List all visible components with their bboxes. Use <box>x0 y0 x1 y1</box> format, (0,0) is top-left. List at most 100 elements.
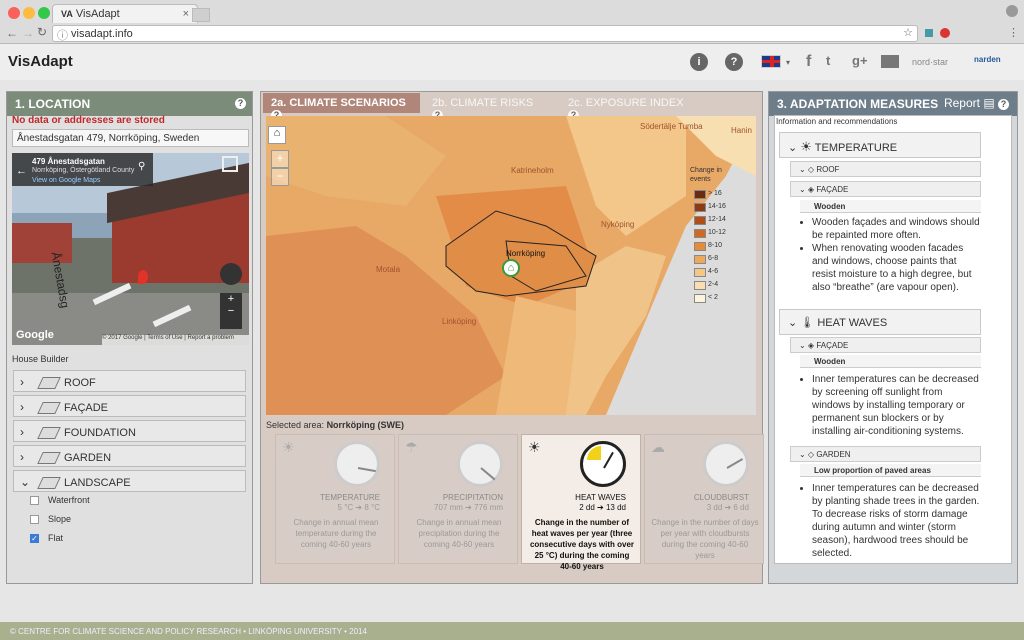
measure-label: HEAT WAVES <box>817 317 888 329</box>
menu-icon[interactable]: ⋮ <box>1008 26 1019 39</box>
email-icon[interactable] <box>881 55 899 68</box>
measure-label: TEMPERATURE <box>814 142 898 154</box>
copyright-text: © 2017 Google <box>102 335 143 341</box>
minimize-window-button[interactable] <box>23 7 35 19</box>
location-help-icon[interactable]: ? <box>235 98 246 109</box>
profile-icon[interactable] <box>1006 5 1018 17</box>
legend-label: 14-16 <box>708 203 726 210</box>
info-icon[interactable]: ⓘ <box>57 27 68 43</box>
streetview-zoom-control[interactable]: + − <box>220 293 242 329</box>
report-button[interactable]: Report ▤ ? <box>944 96 1009 110</box>
adblock-icon[interactable] <box>940 28 950 38</box>
measure-temperature[interactable]: ⌄ ☀ TEMPERATURE <box>779 132 981 158</box>
address-input[interactable]: Ånestadsgatan 479, Norrköping, Sweden <box>12 129 249 147</box>
gauge-heat-waves[interactable]: ☀ HEAT WAVES 2 dd ➔ 13 dd Change in the num… <box>521 434 641 571</box>
legend-swatch <box>694 242 706 251</box>
street-view[interactable]: ← 479 Ånestadsgatan Norrköping, Östergöt… <box>12 153 249 345</box>
gauge-cloudburst[interactable]: ☁ CLOUDBURST 3 dd ➔ 6 dd Change in the numb… <box>644 434 764 564</box>
climate-map[interactable]: ⌂ + − ⌂ Södertälje Tumba Hanin Katrineho… <box>266 116 756 415</box>
nordstar-logo[interactable]: nord·star <box>912 57 948 67</box>
map-home-button[interactable]: ⌂ <box>268 126 286 144</box>
gauge-needle <box>726 458 744 469</box>
tab-climate-risks[interactable]: 2b. CLIMATE RISKS ? <box>424 93 554 121</box>
slope-checkbox[interactable] <box>30 515 39 524</box>
measure-heat-waves[interactable]: ⌄ 🌡 HEAT WAVES <box>779 309 981 335</box>
measure-roof[interactable]: ⌄ ◇ ROOF <box>790 161 981 177</box>
thermometer-icon: 🌡 <box>800 317 815 329</box>
measure-facade[interactable]: ⌄ ◈ FAÇADE <box>790 337 981 353</box>
fullscreen-icon[interactable] <box>222 156 238 172</box>
compass-icon[interactable] <box>220 263 242 285</box>
partner-logo[interactable]: narden <box>974 55 1001 64</box>
legend-label: 12-14 <box>708 216 726 223</box>
gauge-dial <box>580 441 626 487</box>
info-icon[interactable]: i <box>690 53 708 71</box>
terms-link[interactable]: Terms of Use <box>147 335 182 341</box>
url-text: visadapt.info <box>71 28 133 40</box>
back-icon[interactable]: ← <box>6 26 18 40</box>
report-label: Report <box>943 96 980 110</box>
maximize-window-button[interactable] <box>38 7 50 19</box>
location-header: 1. LOCATION? <box>7 92 252 116</box>
bookmark-star-icon[interactable]: ☆ <box>903 26 913 39</box>
map-pin-icon[interactable]: ⚲ <box>138 161 145 172</box>
map-zoom-in-button[interactable]: + <box>271 150 289 168</box>
measure-facade[interactable]: ⌄ ◈ FAÇADE <box>790 181 981 197</box>
house-item-roof[interactable]: › ROOF <box>13 370 246 392</box>
app-logo[interactable]: VisAdapt <box>8 53 73 70</box>
adaptation-help-icon[interactable]: ? <box>998 99 1009 110</box>
report-problem-link[interactable]: Report a problem <box>188 335 234 341</box>
house-item-facade[interactable]: › FAÇADE <box>13 395 246 417</box>
tab-close-icon[interactable]: × <box>183 8 189 20</box>
legend-swatch <box>694 229 706 238</box>
facebook-icon[interactable]: f <box>806 53 811 71</box>
googleplus-icon[interactable]: g+ <box>852 53 868 68</box>
house-item-landscape[interactable]: ⌄ LANDSCAPE <box>13 470 246 492</box>
reload-icon[interactable]: ↻ <box>37 25 47 39</box>
app-header <box>0 44 1024 80</box>
place-label: Katrineholm <box>511 166 554 175</box>
house-item-label: GARDEN <box>64 452 112 464</box>
forward-icon[interactable]: → <box>22 26 34 40</box>
browser-chrome: VA VisAdapt × ← → ↻ visadapt.info ⓘ ☆ ⋮ <box>0 0 1024 44</box>
gauge-dial <box>457 441 503 487</box>
selected-area-value: Norrköping (SWE) <box>326 420 405 430</box>
gauge-temperature[interactable]: ☀ TEMPERATURE 5 °C ➔ 8 °C Change in annual … <box>275 434 395 564</box>
measure-garden[interactable]: ⌄ ◇ GARDEN <box>790 446 981 462</box>
foundation-icon <box>37 427 61 440</box>
gauge-precipitation[interactable]: ☂ PRECIPITATION 707 mm ➔ 776 mm Change in a… <box>398 434 518 564</box>
gauge-needle <box>480 467 496 481</box>
address-bar[interactable]: visadapt.info ⓘ ☆ <box>52 25 918 42</box>
legend-swatch <box>694 216 706 225</box>
legend-label: < 2 <box>708 294 718 301</box>
garden-bullets: Inner temperatures can be decreased by p… <box>800 482 981 560</box>
landscape-icon <box>37 477 61 490</box>
map-zoom-out-button[interactable]: − <box>271 168 289 186</box>
gauge-title: TEMPERATURE <box>320 493 380 502</box>
waterfront-checkbox[interactable] <box>30 496 39 505</box>
tab-climate-scenarios[interactable]: 2a. CLIMATE SCENARIOS ? <box>263 93 420 121</box>
browser-tab[interactable]: VA VisAdapt × <box>52 4 198 23</box>
language-dropdown-icon[interactable]: ▾ <box>786 58 790 67</box>
google-maps-link[interactable]: View on Google Maps <box>32 177 100 184</box>
flat-checkbox[interactable]: ✓ <box>30 534 39 543</box>
recommendation-text: Wooden façades and windows should be rep… <box>812 216 981 242</box>
tab-exposure-index[interactable]: 2c. EXPOSURE INDEX ? <box>560 93 700 121</box>
streetview-back-icon[interactable]: ← <box>16 165 27 177</box>
close-window-button[interactable] <box>8 7 20 19</box>
twitter-icon[interactable]: t <box>826 53 830 68</box>
house-item-garden[interactable]: › GARDEN <box>13 445 246 467</box>
home-location-marker-icon[interactable]: ⌂ <box>502 259 520 277</box>
legend-label: 8-10 <box>708 242 723 249</box>
new-tab-button[interactable] <box>192 8 210 22</box>
extension-icon[interactable] <box>925 29 933 37</box>
legend-swatch <box>694 203 706 212</box>
legend-swatch <box>694 268 706 277</box>
house-item-foundation[interactable]: › FOUNDATION <box>13 420 246 442</box>
privacy-warning: No data or addresses are stored <box>12 115 165 126</box>
google-logo: Google <box>16 329 54 341</box>
help-icon[interactable]: ? <box>725 53 743 71</box>
uk-flag-icon[interactable] <box>761 55 781 68</box>
adaptation-title: 3. ADAPTATION MEASURES <box>777 97 939 111</box>
legend-swatch <box>694 294 706 303</box>
